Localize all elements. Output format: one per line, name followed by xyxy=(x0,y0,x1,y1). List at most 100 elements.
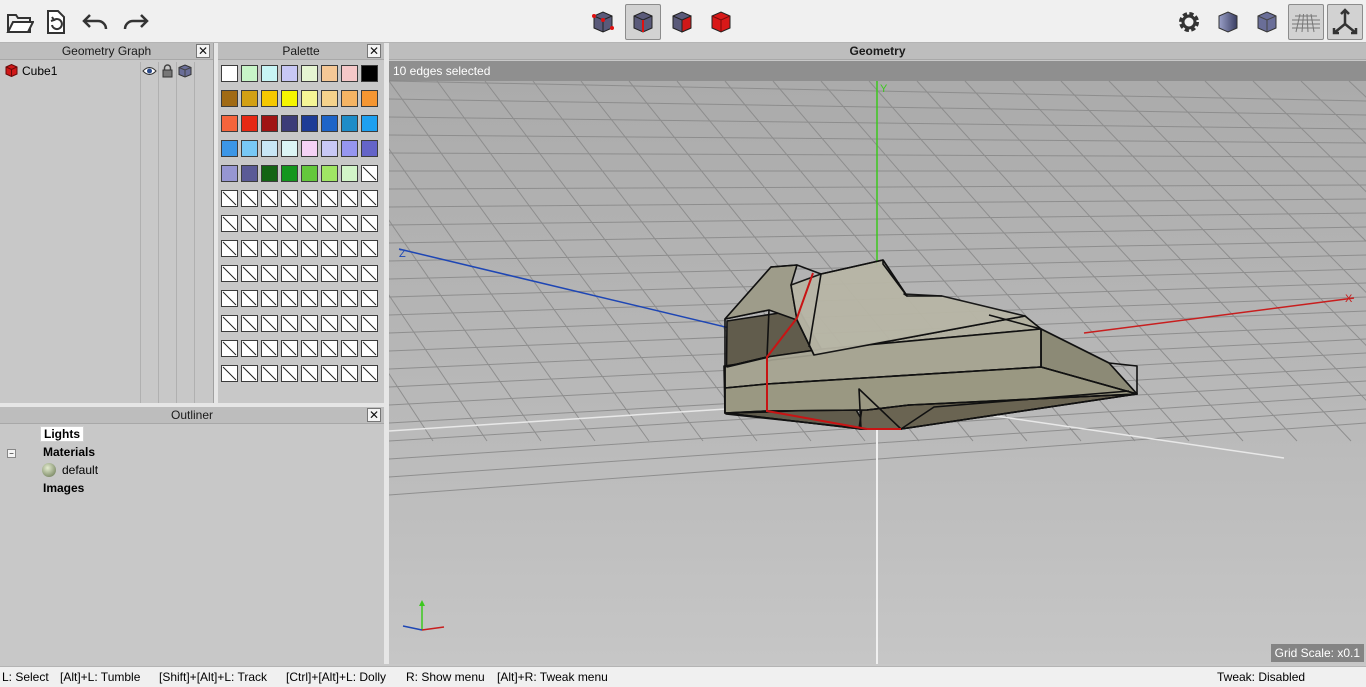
palette-swatch-empty[interactable] xyxy=(221,315,238,332)
palette-swatch[interactable] xyxy=(321,115,338,132)
palette-swatch-empty[interactable] xyxy=(261,215,278,232)
outliner-close-button[interactable]: ✕ xyxy=(367,408,381,422)
palette-swatch[interactable] xyxy=(221,90,238,107)
palette-swatch[interactable] xyxy=(241,65,258,82)
palette-swatch[interactable] xyxy=(241,90,258,107)
palette-swatch[interactable] xyxy=(321,140,338,157)
palette-swatch[interactable] xyxy=(281,90,298,107)
palette-swatch[interactable] xyxy=(281,65,298,82)
palette-swatch[interactable] xyxy=(361,115,378,132)
palette-swatch-empty[interactable] xyxy=(221,215,238,232)
palette-swatch-empty[interactable] xyxy=(221,240,238,257)
palette-swatch-empty[interactable] xyxy=(301,190,318,207)
preferences-button[interactable] xyxy=(1171,4,1207,40)
palette-swatch-empty[interactable] xyxy=(281,265,298,282)
palette-swatch-empty[interactable] xyxy=(361,265,378,282)
palette-swatch-empty[interactable] xyxy=(321,290,338,307)
palette-swatch[interactable] xyxy=(321,65,338,82)
palette-swatch-empty[interactable] xyxy=(221,190,238,207)
palette-swatch-empty[interactable] xyxy=(301,215,318,232)
palette-swatch-empty[interactable] xyxy=(241,190,258,207)
ground-grid-button[interactable] xyxy=(1288,4,1324,40)
palette-swatch-empty[interactable] xyxy=(281,190,298,207)
palette-swatch-empty[interactable] xyxy=(241,315,258,332)
outliner-lights[interactable]: Lights xyxy=(40,426,84,442)
palette-swatch[interactable] xyxy=(321,90,338,107)
axes-button[interactable] xyxy=(1327,4,1363,40)
palette-swatch-empty[interactable] xyxy=(301,265,318,282)
palette-swatch-empty[interactable] xyxy=(321,365,338,382)
palette-swatch-empty[interactable] xyxy=(281,290,298,307)
palette-swatch-empty[interactable] xyxy=(361,190,378,207)
palette-swatch-empty[interactable] xyxy=(221,290,238,307)
palette-swatch-empty[interactable] xyxy=(281,240,298,257)
palette-swatch[interactable] xyxy=(261,165,278,182)
palette-swatch[interactable] xyxy=(281,140,298,157)
palette-swatch[interactable] xyxy=(241,165,258,182)
palette-swatch[interactable] xyxy=(221,65,238,82)
palette-swatch-empty[interactable] xyxy=(261,190,278,207)
palette-swatch-empty[interactable] xyxy=(341,315,358,332)
palette-swatch-empty[interactable] xyxy=(221,265,238,282)
palette-close-button[interactable]: ✕ xyxy=(367,44,381,58)
collapse-toggle[interactable]: − xyxy=(7,449,16,458)
palette-swatch-empty[interactable] xyxy=(261,290,278,307)
palette-swatch[interactable] xyxy=(241,115,258,132)
palette-swatch-empty[interactable] xyxy=(281,315,298,332)
palette-swatch-empty[interactable] xyxy=(341,215,358,232)
palette-swatch-empty[interactable] xyxy=(261,315,278,332)
flat-preview-button[interactable] xyxy=(1249,4,1285,40)
open-button[interactable] xyxy=(2,4,38,40)
palette-swatch-empty[interactable] xyxy=(341,365,358,382)
palette-swatch[interactable] xyxy=(301,115,318,132)
revert-button[interactable] xyxy=(38,4,74,40)
geometry-graph-close-button[interactable]: ✕ xyxy=(196,44,210,58)
palette-swatch-empty[interactable] xyxy=(301,290,318,307)
lock-icon[interactable] xyxy=(161,64,174,78)
palette-swatch[interactable] xyxy=(241,140,258,157)
palette-swatch-empty[interactable] xyxy=(361,315,378,332)
palette-swatch-empty[interactable] xyxy=(361,215,378,232)
palette-swatch[interactable] xyxy=(221,115,238,132)
palette-swatch[interactable] xyxy=(301,65,318,82)
palette-swatch[interactable] xyxy=(261,115,278,132)
palette-swatch[interactable] xyxy=(221,140,238,157)
palette-swatch[interactable] xyxy=(341,115,358,132)
palette-swatch-empty[interactable] xyxy=(281,365,298,382)
palette-swatch-empty[interactable] xyxy=(241,215,258,232)
palette-swatch-empty[interactable] xyxy=(241,265,258,282)
viewport-canvas[interactable]: Y Z X xyxy=(389,61,1366,664)
palette-swatch[interactable] xyxy=(341,90,358,107)
palette-swatch[interactable] xyxy=(301,90,318,107)
palette-swatch[interactable] xyxy=(301,165,318,182)
palette-swatch[interactable] xyxy=(341,165,358,182)
palette-swatch-empty[interactable] xyxy=(321,190,338,207)
palette-swatch[interactable] xyxy=(321,165,338,182)
smooth-preview-button[interactable] xyxy=(1210,4,1246,40)
palette-swatch-empty[interactable] xyxy=(341,190,358,207)
palette-swatch[interactable] xyxy=(341,140,358,157)
palette-swatch-empty[interactable] xyxy=(361,340,378,357)
redo-button[interactable] xyxy=(117,4,153,40)
palette-swatch-empty[interactable] xyxy=(321,215,338,232)
palette-swatch-empty[interactable] xyxy=(341,265,358,282)
palette-swatch[interactable] xyxy=(361,90,378,107)
cube-shading-icon[interactable] xyxy=(178,64,192,78)
palette-swatch-empty[interactable] xyxy=(301,315,318,332)
palette-swatch-empty[interactable] xyxy=(361,240,378,257)
palette-swatch[interactable] xyxy=(261,65,278,82)
palette-swatch-empty[interactable] xyxy=(321,265,338,282)
outliner-materials[interactable]: Materials xyxy=(43,445,95,459)
palette-swatch[interactable] xyxy=(361,65,378,82)
palette-swatch-empty[interactable] xyxy=(321,240,338,257)
palette-swatch-empty[interactable] xyxy=(261,265,278,282)
palette-swatch-empty[interactable] xyxy=(241,290,258,307)
outliner-material-default[interactable]: default xyxy=(62,463,98,477)
vertex-select-button[interactable] xyxy=(585,4,621,40)
palette-swatch-empty[interactable] xyxy=(281,340,298,357)
palette-swatch[interactable] xyxy=(301,140,318,157)
palette-swatch[interactable] xyxy=(221,165,238,182)
palette-swatch[interactable] xyxy=(361,140,378,157)
palette-swatch-empty[interactable] xyxy=(261,240,278,257)
palette-swatch[interactable] xyxy=(261,90,278,107)
